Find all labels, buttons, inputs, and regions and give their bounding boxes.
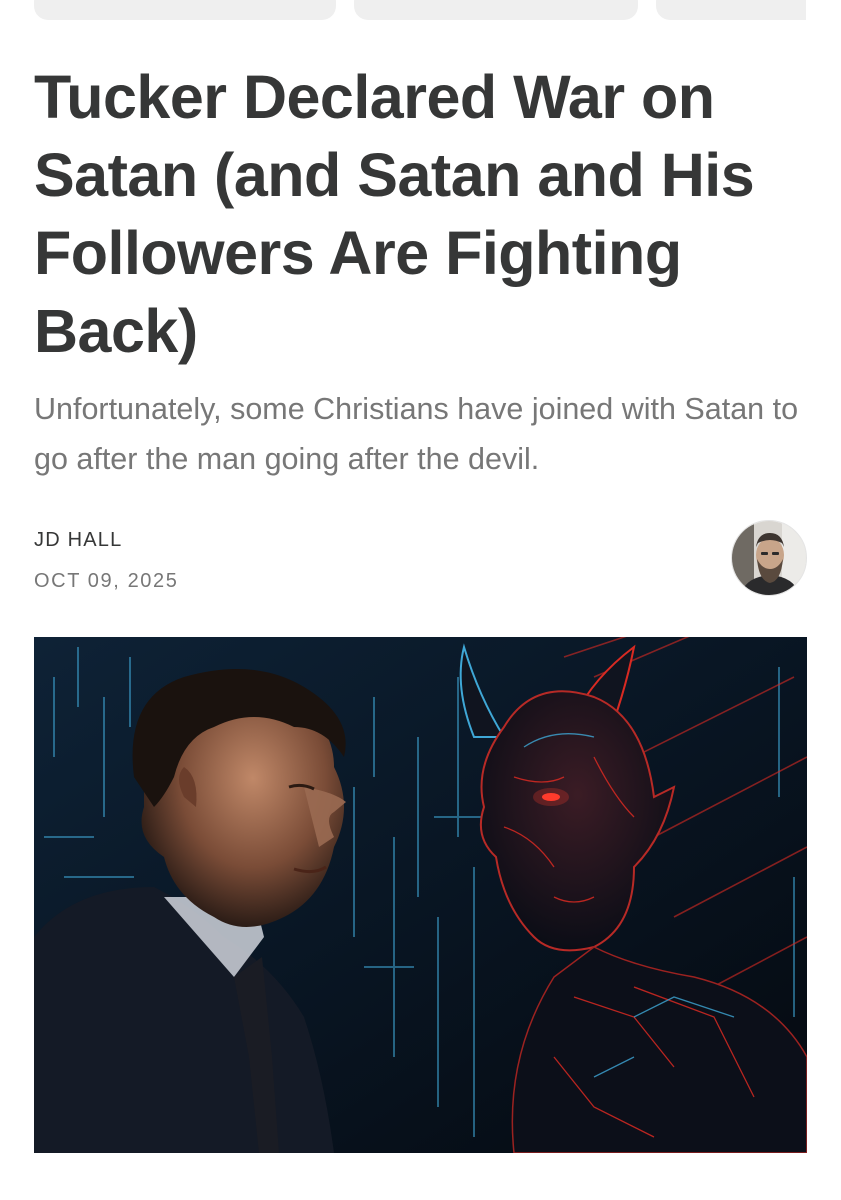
hero-image: [34, 637, 807, 1153]
article-subtitle: Unfortunately, some Christians have join…: [34, 392, 799, 476]
hero-illustration-icon: [34, 637, 807, 1153]
article-title: Tucker Declared War on Satan (and Satan …: [34, 63, 755, 365]
nav-pill[interactable]: [656, 0, 806, 20]
top-nav-pills: [0, 0, 841, 20]
author-photo-icon: [732, 521, 806, 595]
nav-pill[interactable]: [34, 0, 336, 20]
nav-pill[interactable]: [354, 0, 638, 20]
publish-date: OCT 09, 2025: [34, 570, 179, 592]
byline: JD HALL OCT 09, 2025: [34, 528, 177, 592]
author-name[interactable]: JD HALL: [34, 528, 122, 552]
author-avatar[interactable]: [731, 520, 807, 596]
